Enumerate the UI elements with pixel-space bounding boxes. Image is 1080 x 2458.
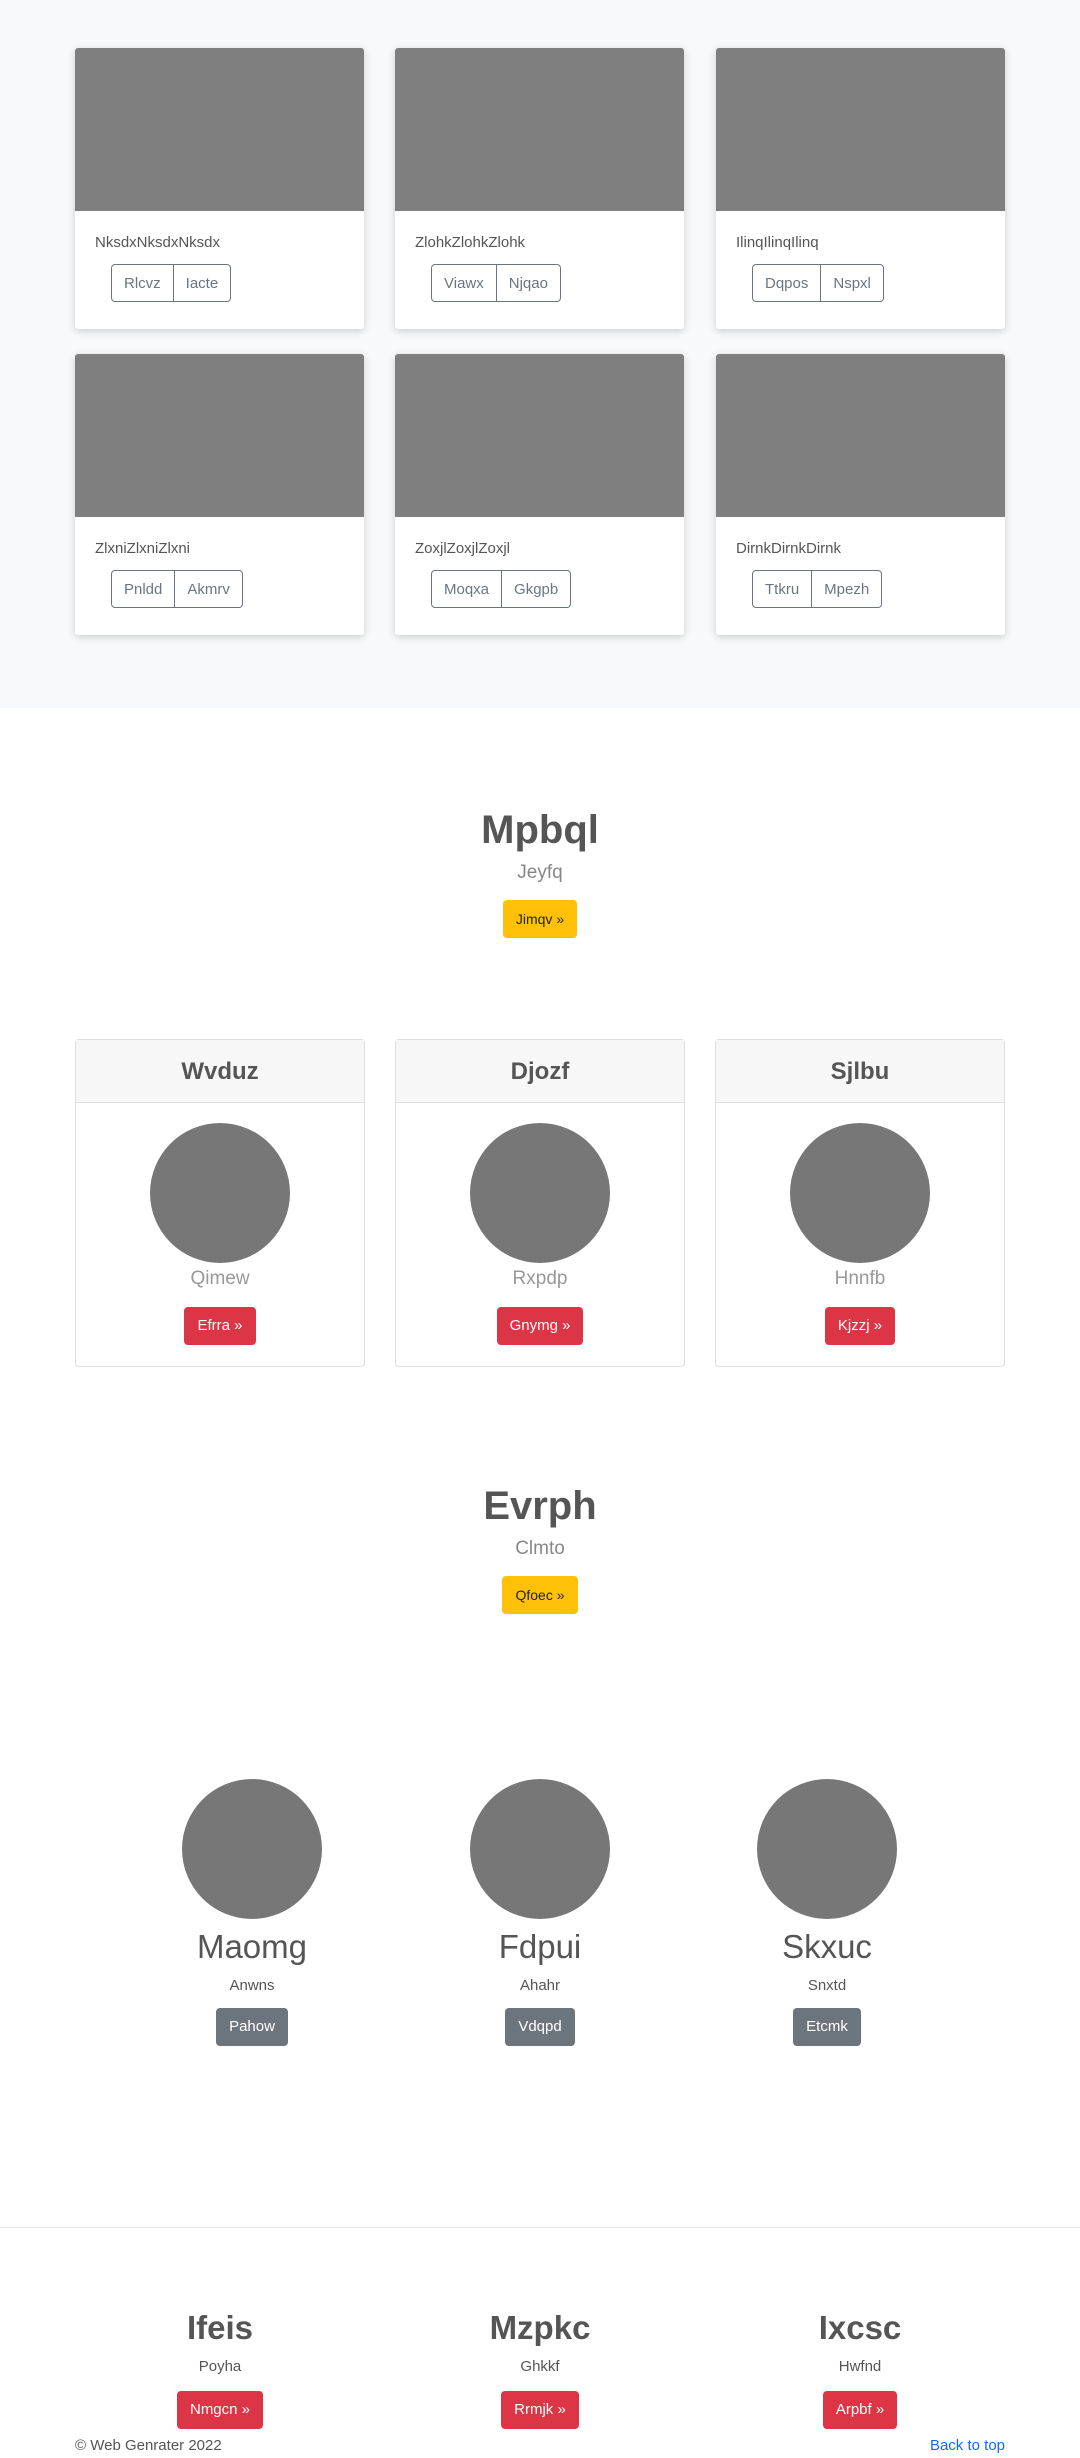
feature-heading: Ixcsc	[818, 2309, 902, 2346]
card-view-button[interactable]: Viawx	[431, 264, 497, 302]
album-card: ZlxniZlxniZlxni Pnldd Akmrv	[75, 354, 364, 635]
card-button-group: Ttkru Mpezh	[752, 570, 883, 608]
profile-avatar	[790, 1123, 930, 1263]
card-caption: IlinqIlinqIlinq	[736, 234, 819, 251]
feature-column: Ixcsc Hwfnd Arpbf »	[730, 2308, 990, 2429]
card-edit-button[interactable]: Nspxl	[821, 264, 884, 302]
marketing-avatar	[470, 1779, 610, 1919]
hero-title: Mpbql	[481, 808, 599, 852]
hero-cta-button[interactable]: Qfoec »	[502, 1576, 578, 1614]
feature-column: Mzpkc Ghkkf Rrmjk »	[410, 2308, 670, 2429]
profile-card: Sjlbu Hnnfb Kjzzj »	[715, 1039, 1005, 1367]
hero-section-secondary: Evrph Clmto Qfoec »	[0, 1480, 1080, 1614]
hero-cta-button[interactable]: Jimqv »	[502, 900, 578, 938]
card-thumbnail	[716, 48, 1005, 211]
album-card: NksdxNksdxNksdx Rlcvz Iacte	[75, 48, 364, 329]
card-edit-button[interactable]: Iacte	[173, 264, 232, 302]
feature-heading: Mzpkc	[489, 2309, 591, 2346]
hero-subtitle: Jeyfq	[517, 862, 563, 883]
feature-button[interactable]: Arpbf »	[822, 2391, 898, 2429]
card-caption: ZlohkZlohkZlohk	[415, 234, 526, 251]
card-button-group: Moqxa Gkgpb	[431, 570, 572, 608]
hero-title: Evrph	[483, 1484, 597, 1528]
profile-avatar	[150, 1123, 290, 1263]
marketing-heading: Fdpui	[498, 1928, 582, 1965]
card-caption: ZlxniZlxniZlxni	[95, 540, 191, 557]
footer-copyright: © Web Genrater 2022	[75, 2437, 222, 2454]
marketing-heading: Skxuc	[782, 1928, 872, 1965]
card-thumbnail	[75, 48, 364, 211]
marketing-text: Anwns	[229, 1977, 275, 1994]
marketing-text: Ahahr	[519, 1977, 561, 1994]
card-thumbnail	[75, 354, 364, 517]
feature-text: Hwfnd	[838, 2358, 882, 2375]
section-divider	[0, 2227, 1080, 2228]
profile-card-button[interactable]: Gnymg »	[496, 1307, 584, 1345]
card-thumbnail	[395, 354, 684, 517]
card-thumbnail	[395, 48, 684, 211]
marketing-column: Fdpui Ahahr Vdqpd	[410, 1779, 670, 2046]
profile-card-button[interactable]: Kjzzj »	[824, 1307, 896, 1345]
feature-button[interactable]: Nmgcn »	[176, 2391, 264, 2429]
profile-card-header: Djozf	[396, 1040, 684, 1103]
album-card: IlinqIlinqIlinq Dqpos Nspxl	[716, 48, 1005, 329]
album-card: DirnkDirnkDirnk Ttkru Mpezh	[716, 354, 1005, 635]
card-button-group: Rlcvz Iacte	[111, 264, 232, 302]
card-button-group: Pnldd Akmrv	[111, 570, 243, 608]
hero-subtitle: Clmto	[515, 1538, 565, 1559]
marketing-button[interactable]: Pahow	[216, 2008, 288, 2046]
album-card: ZoxjlZoxjlZoxjl Moqxa Gkgpb	[395, 354, 684, 635]
back-to-top-link[interactable]: Back to top	[930, 2437, 1005, 2454]
marketing-button[interactable]: Vdqpd	[505, 2008, 575, 2046]
profile-card-button[interactable]: Efrra »	[184, 1307, 256, 1345]
card-view-button[interactable]: Dqpos	[752, 264, 822, 302]
profile-card-subtitle: Rxpdp	[512, 1268, 568, 1289]
card-button-group: Dqpos Nspxl	[752, 264, 884, 302]
marketing-avatar	[182, 1779, 322, 1919]
profile-card-subtitle: Hnnfb	[834, 1268, 886, 1289]
profile-card-subtitle: Qimew	[190, 1268, 250, 1289]
card-edit-button[interactable]: Mpezh	[812, 570, 883, 608]
marketing-text: Snxtd	[807, 1977, 847, 1994]
card-view-button[interactable]: Rlcvz	[111, 264, 174, 302]
marketing-column: Skxuc Snxtd Etcmk	[697, 1779, 957, 2046]
card-thumbnail	[716, 354, 1005, 517]
card-caption: DirnkDirnkDirnk	[736, 540, 842, 557]
marketing-avatar	[757, 1779, 897, 1919]
marketing-heading: Maomg	[196, 1928, 308, 1965]
album-card: ZlohkZlohkZlohk Viawx Njqao	[395, 48, 684, 329]
profile-card: Wvduz Qimew Efrra »	[75, 1039, 365, 1367]
profile-card: Djozf Rxpdp Gnymg »	[395, 1039, 685, 1367]
profile-card-header: Wvduz	[76, 1040, 364, 1103]
card-caption: ZoxjlZoxjlZoxjl	[415, 540, 511, 557]
marketing-button[interactable]: Etcmk	[793, 2008, 861, 2046]
card-caption: NksdxNksdxNksdx	[95, 234, 221, 251]
marketing-column: Maomg Anwns Pahow	[122, 1779, 382, 2046]
card-view-button[interactable]: Moqxa	[431, 570, 503, 608]
profile-card-header: Sjlbu	[716, 1040, 1004, 1103]
card-button-group: Viawx Njqao	[431, 264, 561, 302]
feature-column: Ifeis Poyha Nmgcn »	[90, 2308, 350, 2429]
card-view-button[interactable]: Pnldd	[111, 570, 176, 608]
hero-section-primary: Mpbql Jeyfq Jimqv »	[0, 804, 1080, 938]
feature-button[interactable]: Rrmjk »	[501, 2391, 579, 2429]
album-section: NksdxNksdxNksdx Rlcvz Iacte ZlohkZlohkZl…	[0, 0, 1080, 708]
feature-heading: Ifeis	[186, 2309, 254, 2346]
card-edit-button[interactable]: Akmrv	[175, 570, 243, 608]
profile-avatar	[470, 1123, 610, 1263]
card-edit-button[interactable]: Gkgpb	[502, 570, 572, 608]
feature-text: Poyha	[198, 2358, 242, 2375]
card-view-button[interactable]: Ttkru	[752, 570, 813, 608]
feature-text: Ghkkf	[520, 2358, 560, 2375]
card-edit-button[interactable]: Njqao	[496, 264, 561, 302]
